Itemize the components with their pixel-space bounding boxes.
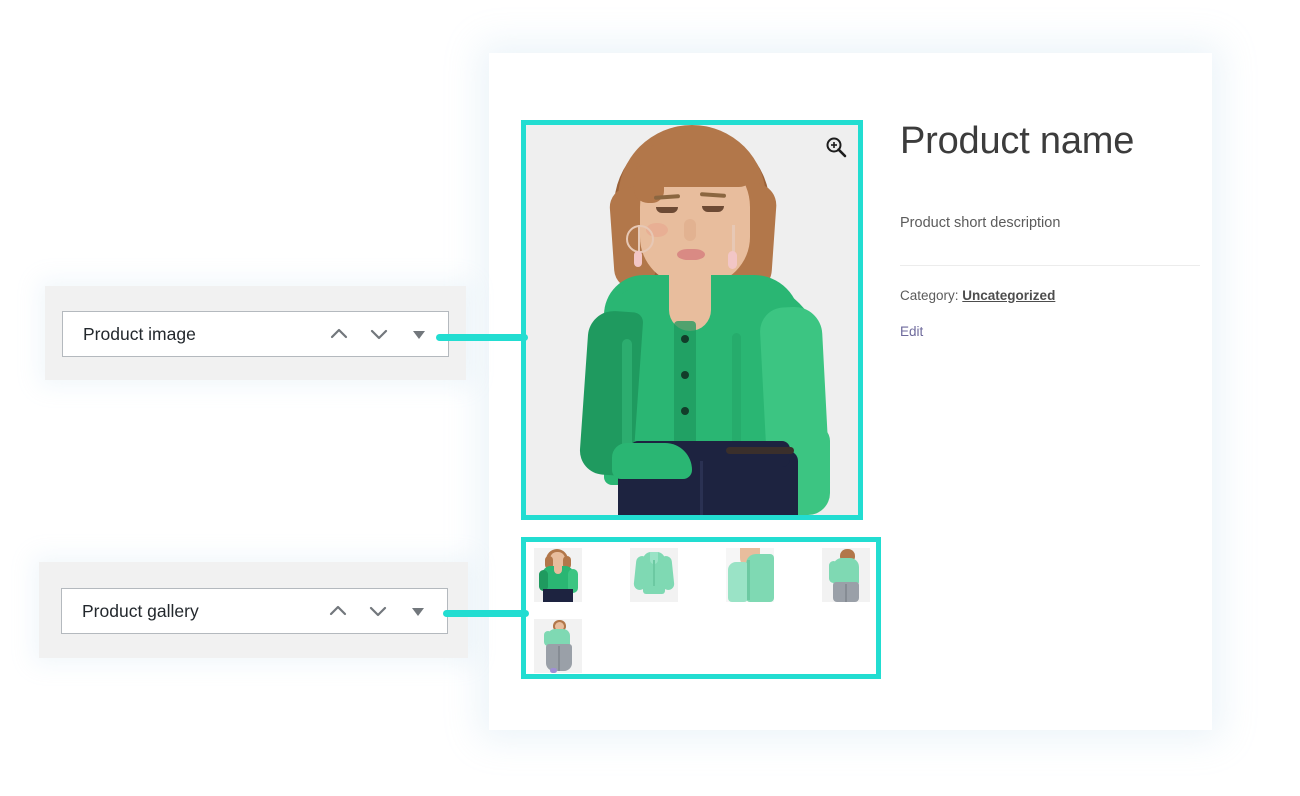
gallery-thumbnail[interactable] — [534, 619, 582, 673]
product-image-highlight[interactable] — [521, 120, 863, 520]
gallery-thumbnail[interactable] — [534, 548, 582, 602]
move-down-icon[interactable] — [365, 598, 391, 624]
callout-product-gallery: Product gallery — [39, 562, 468, 658]
category-link[interactable]: Uncategorized — [962, 288, 1055, 303]
panel-header-product-image[interactable]: Product image — [62, 311, 449, 357]
connector-line-product-image — [436, 334, 528, 341]
edit-link[interactable]: Edit — [900, 324, 923, 339]
category-row: Category: Uncategorized — [900, 288, 1200, 303]
panel-title: Product image — [63, 324, 196, 345]
panel-header-product-gallery[interactable]: Product gallery — [61, 588, 448, 634]
zoom-icon[interactable] — [821, 132, 851, 162]
toggle-panel-icon[interactable] — [405, 598, 431, 624]
connector-line-product-gallery — [443, 610, 529, 617]
category-label: Category: — [900, 288, 959, 303]
gallery-thumbnail[interactable] — [726, 548, 774, 602]
info-divider — [900, 265, 1200, 266]
panel-controls — [326, 321, 448, 347]
move-up-icon[interactable] — [325, 598, 351, 624]
panel-title: Product gallery — [62, 601, 199, 622]
callout-product-image: Product image — [45, 286, 466, 380]
gallery-thumbnail[interactable] — [630, 548, 678, 602]
page-title: Product name — [900, 120, 1200, 164]
move-down-icon[interactable] — [366, 321, 392, 347]
product-info-panel: Product name Product short description C… — [900, 120, 1200, 341]
product-main-image[interactable] — [526, 125, 858, 515]
product-gallery-highlight[interactable] — [521, 537, 881, 679]
gallery-thumb-row — [534, 548, 876, 602]
screenshot-stage: Product name Product short description C… — [0, 0, 1300, 796]
move-up-icon[interactable] — [326, 321, 352, 347]
gallery-thumbnail[interactable] — [822, 548, 870, 602]
toggle-panel-icon[interactable] — [406, 321, 432, 347]
gallery-thumb-row — [534, 619, 876, 673]
panel-controls — [325, 598, 447, 624]
product-short-description: Product short description — [900, 215, 1200, 231]
